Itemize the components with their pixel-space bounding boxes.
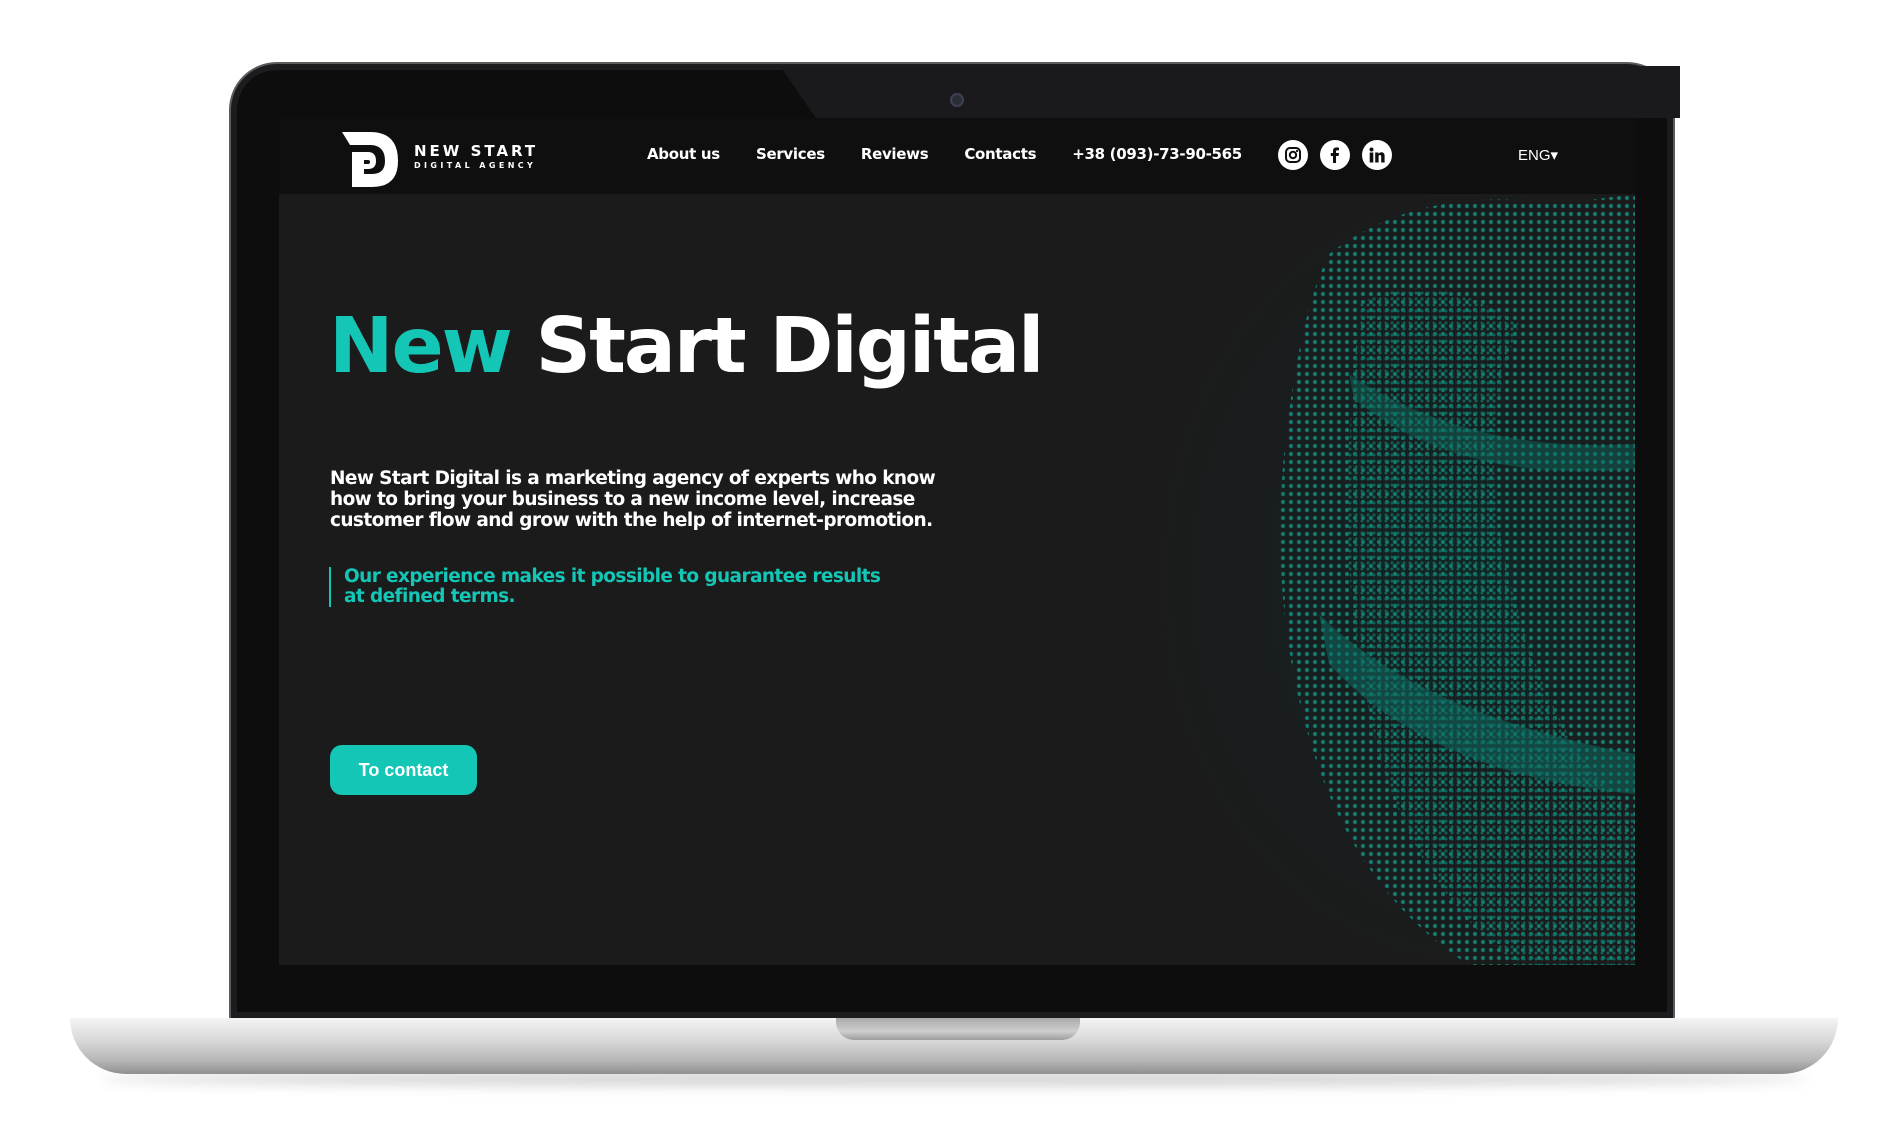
instagram-icon[interactable]: [1278, 140, 1308, 170]
main-nav: About us Services Reviews Contacts +38 (…: [647, 145, 1242, 163]
language-selector[interactable]: ENG▾: [1518, 146, 1558, 164]
camera-icon: [950, 93, 964, 107]
logo-text: NEW START DIGITAL AGENCY: [414, 142, 538, 172]
hero-title-accent: New: [329, 302, 513, 391]
nav-phone[interactable]: +38 (093)-73-90-565: [1072, 145, 1242, 163]
linkedin-icon[interactable]: [1362, 140, 1392, 170]
nav-services[interactable]: Services: [756, 145, 825, 163]
nav-about-us[interactable]: About us: [647, 145, 720, 163]
hero-title: New Start Digital: [329, 308, 1044, 385]
brand-name: NEW START: [414, 142, 539, 160]
hero-quote: Our experience makes it possible to guar…: [329, 567, 904, 607]
hero-description: New Start Digital is a marketing agency …: [330, 468, 936, 531]
nav-contacts[interactable]: Contacts: [964, 145, 1036, 163]
logo-mark-icon: [342, 132, 398, 187]
laptop-notch: [780, 66, 1680, 118]
laptop-base-lip: [836, 1018, 1080, 1040]
website-screen: NEW START DIGITAL AGENCY About us Servic…: [279, 118, 1635, 965]
laptop-shadow: [100, 1072, 1808, 1086]
hero-title-rest: Start Digital: [535, 302, 1045, 391]
particle-sphere-graphic: [999, 194, 1635, 965]
social-links: [1278, 140, 1392, 170]
brand-tagline: DIGITAL AGENCY: [414, 161, 537, 170]
to-contact-button[interactable]: To contact: [330, 745, 477, 795]
nav-reviews[interactable]: Reviews: [861, 145, 929, 163]
brand-logo[interactable]: NEW START DIGITAL AGENCY: [340, 124, 538, 190]
navbar: NEW START DIGITAL AGENCY About us Servic…: [279, 118, 1635, 194]
facebook-icon[interactable]: [1320, 140, 1350, 170]
